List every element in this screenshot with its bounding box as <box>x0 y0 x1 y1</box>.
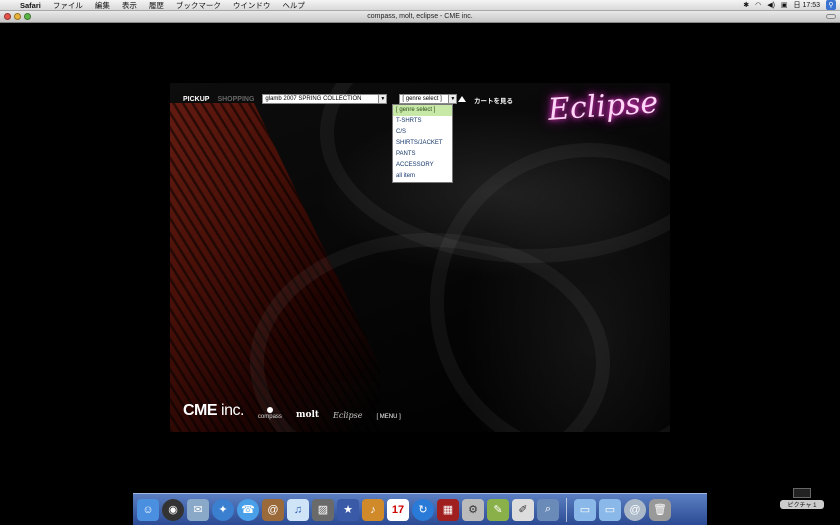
ichat-icon[interactable]: ☎ <box>237 498 259 521</box>
photobooth-icon[interactable]: ▦ <box>437 498 459 521</box>
page-content: PICKUP SHOPPING glamb 2007 SPRING COLLEC… <box>0 23 840 493</box>
address-book-icon[interactable]: @ <box>262 498 284 521</box>
cme-logo-text: CME <box>183 402 218 419</box>
finder-icon[interactable]: ☺ <box>137 498 159 521</box>
bluetooth-icon[interactable]: ✱ <box>743 1 749 9</box>
itunes-icon[interactable]: ♫ <box>287 498 309 521</box>
menu-history[interactable]: 履歴 <box>143 0 170 11</box>
cme-logo[interactable]: CME inc. <box>183 402 244 420</box>
menu-window[interactable]: ウインドウ <box>227 0 277 11</box>
toolbar-toggle-button[interactable] <box>826 14 836 19</box>
mail-icon[interactable]: ✉ <box>187 498 209 521</box>
script-editor-icon[interactable]: ✎ <box>487 498 509 521</box>
desktop-file[interactable]: ピクチャ 1 <box>780 488 824 520</box>
compass-link[interactable]: compass <box>258 407 282 420</box>
wifi-icon[interactable]: ◠ <box>755 1 761 9</box>
site-nav: PICKUP SHOPPING glamb 2007 SPRING COLLEC… <box>183 94 458 104</box>
menu-view[interactable]: 表示 <box>116 0 143 11</box>
safari-icon[interactable]: ✦ <box>212 498 234 521</box>
chevron-down-icon: ▼ <box>448 95 457 103</box>
genre-select[interactable]: [ genre select ] ▼ <box>399 94 458 104</box>
menu-file[interactable]: ファイル <box>47 0 89 11</box>
textedit-icon[interactable]: ✐ <box>512 498 534 521</box>
collection-select[interactable]: glamb 2007 SPRING COLLECTION ▼ <box>262 94 388 104</box>
garageband-icon[interactable]: ♪ <box>362 498 384 521</box>
preview-icon[interactable]: ⌕ <box>537 498 559 521</box>
flash-site: PICKUP SHOPPING glamb 2007 SPRING COLLEC… <box>170 83 670 432</box>
imovie-icon[interactable]: ★ <box>337 498 359 521</box>
dock: ☺ ◉ ✉ ✦ ☎ @ ♫ ▨ ★ ♪ 17 ↻ ▦ ⚙ ✎ ✐ ⌕ ▭ ▭ @… <box>133 493 707 525</box>
window-title: compass, molt, eclipse - CME inc. <box>367 13 473 20</box>
eclipse-link[interactable]: Eclipse <box>333 411 362 420</box>
genre-option[interactable]: PANTS <box>393 149 452 160</box>
view-cart-link[interactable]: カートを見る <box>474 95 513 105</box>
menu-bar: Safari ファイル 編集 表示 履歴 ブックマーク ウインドウ ヘルプ ✱ … <box>0 0 840 11</box>
collection-select-value: glamb 2007 SPRING COLLECTION <box>265 96 362 102</box>
genre-dropdown-list: [ genre select ] T-SHRTS C/S SHIRTS/JACK… <box>392 104 453 183</box>
genre-option[interactable]: C/S <box>393 127 452 138</box>
nav-shopping[interactable]: SHOPPING <box>217 96 254 103</box>
cme-logo-inc: inc. <box>221 402 244 419</box>
display-icon[interactable]: ▣ <box>781 1 788 9</box>
genre-option[interactable]: all item <box>393 171 452 182</box>
ical-icon[interactable]: 17 <box>387 498 409 521</box>
menu-edit[interactable]: 編集 <box>89 0 116 11</box>
menu-bookmarks[interactable]: ブックマーク <box>170 0 227 11</box>
site-footer: CME inc. compass molt Eclipse [ MENU ] <box>183 402 401 420</box>
window-titlebar: compass, molt, eclipse - CME inc. <box>0 11 840 23</box>
mail-link-icon[interactable]: @ <box>624 498 646 521</box>
spotlight-icon[interactable]: ⚲ <box>826 0 836 10</box>
menu-link[interactable]: [ MENU ] <box>376 414 400 420</box>
menu-clock[interactable]: 日 17:53 <box>794 0 820 10</box>
menu-help[interactable]: ヘルプ <box>276 0 311 11</box>
dock-separator <box>566 497 567 522</box>
volume-icon[interactable]: ◀) <box>767 1 775 9</box>
genre-select-value: [ genre select ] <box>402 96 442 102</box>
compass-logo-icon <box>266 407 273 413</box>
desktop-file-label: ピクチャ 1 <box>780 500 824 509</box>
folder-icon[interactable]: ▭ <box>574 498 596 521</box>
picture-file-icon <box>793 488 811 498</box>
system-prefs-icon[interactable]: ⚙ <box>462 498 484 521</box>
nav-pickup[interactable]: PICKUP <box>183 96 209 103</box>
genre-option[interactable]: T-SHRTS <box>393 116 452 127</box>
trash-icon[interactable]: 🗑 <box>649 498 671 521</box>
chevron-down-icon: ▼ <box>378 95 387 103</box>
dashboard-icon[interactable]: ◉ <box>162 498 184 521</box>
sync-icon[interactable]: ↻ <box>412 498 434 521</box>
molt-link[interactable]: molt <box>296 410 319 420</box>
genre-option[interactable]: ACCESSORY <box>393 160 452 171</box>
genre-option[interactable]: [ genre select ] <box>393 105 452 116</box>
menu-app-safari[interactable]: Safari <box>14 1 47 10</box>
folder-icon[interactable]: ▭ <box>599 498 621 521</box>
genre-option[interactable]: SHIRTS/JACKET <box>393 138 452 149</box>
iphoto-icon[interactable]: ▨ <box>312 498 334 521</box>
scroll-up-icon[interactable] <box>458 96 466 102</box>
compass-label: compass <box>257 414 282 420</box>
